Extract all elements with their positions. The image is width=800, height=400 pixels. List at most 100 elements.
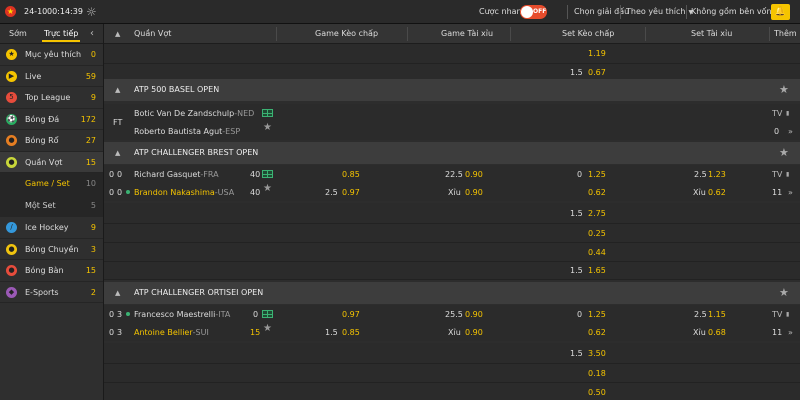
match-row: FT Botic Van De Zandschulp -NED Roberto B…	[104, 104, 800, 140]
live-stats-icon[interactable]	[262, 109, 273, 117]
more-count[interactable]: 11	[772, 183, 782, 201]
sidebar-item-count: 15	[85, 266, 96, 275]
star-icon[interactable]: ★	[263, 323, 272, 334]
tv-label[interactable]: TV	[772, 305, 782, 323]
star-icon[interactable]: ★	[779, 282, 789, 304]
sidebar-item[interactable]: ● Bóng Rổ 27	[0, 130, 103, 152]
more-count[interactable]: 0	[774, 122, 779, 140]
hs-line: 0	[577, 169, 583, 179]
os-odds-over[interactable]: 1.23	[708, 165, 726, 183]
tab-live[interactable]: Trực tiếp	[42, 24, 81, 44]
og-odds-over[interactable]: 0.90	[465, 165, 483, 183]
sidebar-item[interactable]: ● Bóng Chuyền 3	[0, 239, 103, 260]
sidebar-item-label: Top League	[25, 93, 71, 102]
live-stats-icon[interactable]	[262, 310, 273, 318]
os-odds-under[interactable]: 0.68	[708, 323, 726, 341]
odds-row: 0.18	[104, 364, 800, 383]
star-icon[interactable]: ★	[779, 79, 789, 101]
sidebar-item[interactable]: ● Bóng Bàn 15	[0, 260, 103, 282]
double-chevron-right-icon[interactable]: »	[788, 183, 793, 201]
og-odds-under[interactable]: 0.90	[465, 183, 483, 201]
sidebar-item[interactable]: ● Quần Vợt 15	[0, 151, 103, 173]
hg-odds-away[interactable]: 0.97	[342, 183, 360, 201]
sort-dropdown[interactable]: Theo yêu thích ▼	[626, 0, 693, 24]
set-odds[interactable]: 0.44	[588, 243, 606, 261]
sidebar-item[interactable]: / Ice Hockey 9	[0, 217, 103, 239]
col-divider	[769, 27, 770, 41]
hs-odds-away[interactable]: 0.62	[588, 323, 606, 341]
hs-odds-home[interactable]: 1.25	[588, 165, 606, 183]
home-games: 0	[117, 169, 123, 179]
tennis-ball-icon: ●	[6, 156, 17, 168]
set-odds[interactable]: 2.75	[588, 203, 606, 223]
league-header[interactable]: ▲ ATP CHALLENGER ORTISEI OPEN ★	[104, 282, 800, 304]
set-odds[interactable]: 1.65	[588, 262, 606, 279]
set-odds[interactable]: 1.19	[588, 44, 606, 63]
chevron-up-icon[interactable]: ▲	[115, 142, 120, 164]
set-odds[interactable]: 0.18	[588, 364, 606, 382]
os-under-label: Xỉu	[693, 327, 706, 337]
league-header[interactable]: ▲ ATP CHALLENGER BREST OPEN ★	[104, 142, 800, 164]
tv-icon: ▮	[786, 109, 790, 117]
chevron-up-icon[interactable]: ▲	[115, 282, 120, 304]
os-odds-over[interactable]: 1.15	[708, 305, 726, 323]
bell-icon[interactable]: 🔔	[771, 4, 790, 20]
sidebar-item[interactable]: ⚽ Bóng Đá 172	[0, 109, 103, 130]
league-header[interactable]: ▲ ATP 500 BASEL OPEN ★	[104, 79, 800, 101]
active-tab-underline	[42, 40, 81, 42]
home-sets: 0	[109, 309, 115, 319]
set-odds[interactable]: 0.50	[588, 383, 606, 400]
collapse-all-icon[interactable]: ▲	[115, 24, 120, 44]
hg-odds-away[interactable]: 0.85	[342, 323, 360, 341]
set-line: 1.5	[570, 348, 583, 358]
star-icon[interactable]: ★	[779, 142, 789, 164]
divider	[686, 5, 687, 19]
set-odds[interactable]: 3.50	[588, 343, 606, 363]
sidebar: Sớm Trực tiếp ‹ ★ Mục yêu thích 0 ▶ Live 59 5 T…	[0, 24, 104, 400]
vietnam-flag-icon[interactable]: ★	[5, 6, 16, 17]
table-tennis-icon: ●	[6, 265, 17, 276]
hg-odds-home[interactable]: 0.85	[342, 165, 360, 183]
toggle-state: OFF	[533, 8, 547, 15]
sidebar-item[interactable]: 5 Top League 9	[0, 87, 103, 109]
os-odds-under[interactable]: 0.62	[708, 183, 726, 201]
more-count[interactable]: 11	[772, 323, 782, 341]
tv-icon: ▮	[786, 310, 790, 318]
odds-row: 0.50	[104, 383, 800, 400]
live-stats-icon[interactable]	[262, 170, 273, 178]
star-icon[interactable]: ★	[263, 183, 272, 194]
hs-odds-away[interactable]: 0.62	[588, 183, 606, 201]
sidebar-item-count: 27	[85, 136, 96, 145]
league-name: ATP 500 BASEL OPEN	[134, 85, 220, 94]
og-odds-under[interactable]: 0.90	[465, 323, 483, 341]
chevron-left-icon[interactable]: ‹	[90, 24, 94, 44]
tv-label[interactable]: TV	[772, 104, 782, 122]
column-header: ▲ Quần Vợt Game Kèo chấp Game Tài xỉu Se…	[104, 24, 800, 44]
tab-live-label: Trực tiếp	[44, 29, 79, 38]
hs-odds-home[interactable]: 1.25	[588, 305, 606, 323]
og-odds-over[interactable]: 0.90	[465, 305, 483, 323]
sidebar-subitem[interactable]: Game / Set 10	[0, 173, 103, 195]
filter-dropdown-label: Không gồm bên vốn	[691, 7, 772, 16]
double-chevron-right-icon[interactable]: »	[788, 122, 793, 140]
quick-bet-toggle[interactable]: OFF	[520, 5, 547, 19]
double-chevron-right-icon[interactable]: »	[788, 323, 793, 341]
home-name: Francesco Maestrelli	[134, 309, 216, 319]
filter-dropdown[interactable]: Không gồm bên vốn▼	[691, 0, 779, 24]
star-icon[interactable]: ★	[263, 122, 272, 133]
col-divider	[510, 27, 511, 41]
tv-label[interactable]: TV	[772, 165, 782, 183]
theme-sun-icon[interactable]: ☼	[86, 0, 97, 24]
serving-indicator	[126, 183, 130, 201]
sidebar-item[interactable]: ★ Mục yêu thích 0	[0, 44, 103, 66]
hg-line: 2.5	[325, 187, 338, 197]
tab-early[interactable]: Sớm	[9, 24, 27, 44]
chevron-up-icon[interactable]: ▲	[115, 79, 120, 101]
sidebar-subitem[interactable]: Một Set 5	[0, 195, 103, 217]
sidebar-item[interactable]: ▶ Live 59	[0, 66, 103, 87]
hg-odds-home[interactable]: 0.97	[342, 305, 360, 323]
home-country: -ITA	[215, 309, 231, 319]
set-odds[interactable]: 0.25	[588, 224, 606, 242]
current-time: 00:14:39	[47, 7, 83, 16]
sidebar-item[interactable]: ◆ E-Sports 2	[0, 282, 103, 303]
